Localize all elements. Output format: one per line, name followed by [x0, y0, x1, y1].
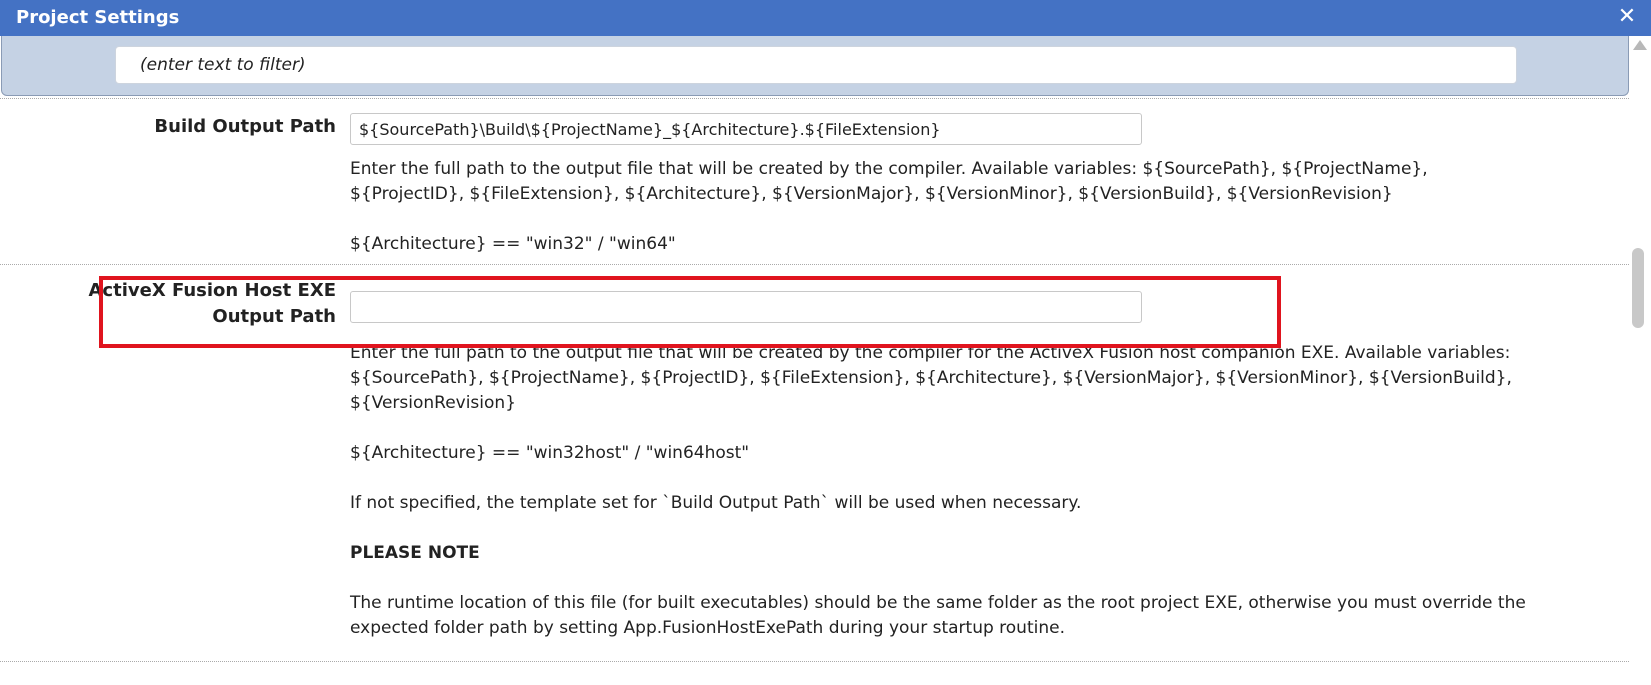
label-line: ActiveX Fusion Host EXE: [88, 280, 337, 301]
filter-input[interactable]: [115, 46, 1517, 84]
build-output-path-label: Build Output Path: [154, 116, 336, 137]
setting-divider: [0, 264, 1629, 265]
activex-host-path-field[interactable]: [350, 291, 1142, 323]
close-icon[interactable]: ✕: [1615, 4, 1639, 30]
architecture-note: ${Architecture} == "win32host" / "win64h…: [350, 443, 750, 463]
build-output-path-description: Enter the full path to the output file t…: [350, 157, 1528, 257]
setting-divider: [0, 98, 1629, 99]
scroll-up-icon[interactable]: [1633, 40, 1647, 50]
window-title: Project Settings: [16, 7, 180, 28]
description-text: Enter the full path to the output file t…: [350, 343, 1512, 413]
fallback-note: If not specified, the template set for `…: [350, 493, 1082, 513]
description-text: Enter the full path to the output file t…: [350, 159, 1428, 204]
runtime-location-note: The runtime location of this file (for b…: [350, 593, 1526, 638]
title-bar: Project Settings ✕: [0, 0, 1651, 36]
activex-host-path-label: ActiveX Fusion Host EXE Output Path: [80, 278, 337, 330]
build-output-path-field[interactable]: [350, 113, 1142, 145]
please-note-heading: PLEASE NOTE: [350, 543, 480, 563]
scroll-thumb[interactable]: [1632, 248, 1644, 328]
settings-list: Build Output Path Enter the full path to…: [0, 96, 1629, 685]
setting-divider: [0, 661, 1629, 662]
vertical-scrollbar[interactable]: [1629, 36, 1651, 685]
activex-host-path-description: Enter the full path to the output file t…: [350, 341, 1528, 641]
label-line: Output Path: [212, 306, 336, 327]
filter-bar: [1, 36, 1629, 96]
project-settings-window: Project Settings ✕ Build Output Path Ent…: [0, 0, 1651, 685]
architecture-note: ${Architecture} == "win32" / "win64": [350, 234, 676, 254]
